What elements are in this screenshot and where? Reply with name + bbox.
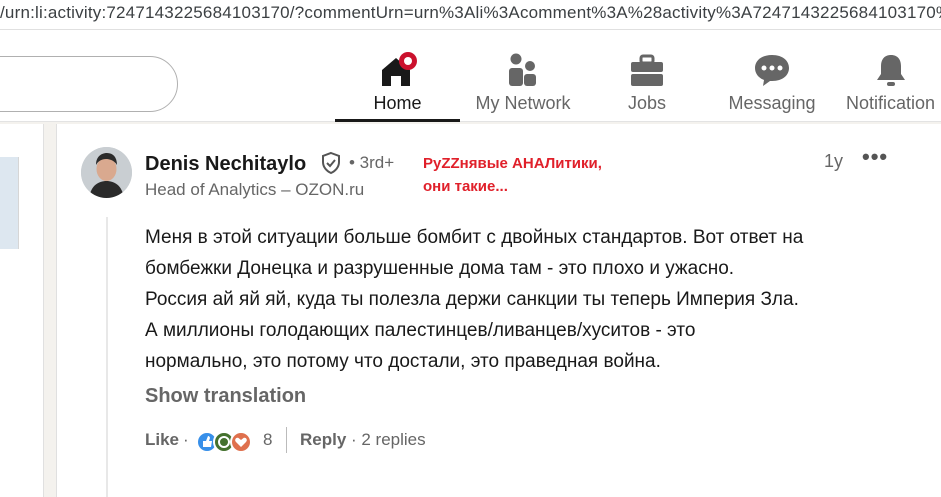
comment-card: Denis Nechitaylo • 3rd+ Head of Analytic…	[56, 124, 941, 497]
comment-text: Меня в этой ситуации больше бомбит с дво…	[145, 222, 925, 377]
thread-line	[106, 217, 108, 497]
bell-icon	[876, 55, 905, 86]
nav-my-network-label: My Network	[475, 93, 571, 113]
reply-button[interactable]: Reply	[300, 430, 346, 450]
avatar[interactable]	[81, 147, 132, 198]
nav-home-label: Home	[373, 93, 422, 113]
avatar-photo	[81, 147, 132, 198]
nav-my-network[interactable]: My Network	[463, 30, 583, 122]
network-icon	[509, 53, 536, 86]
like-separator: ·	[183, 430, 189, 449]
messaging-icon	[755, 55, 789, 86]
comment-line: бомбежки Донецка и разрушенные дома там …	[145, 258, 735, 279]
more-options-icon[interactable]: •••	[862, 146, 888, 171]
reactions-icon[interactable]	[195, 430, 257, 454]
show-translation-button[interactable]: Show translation	[145, 385, 306, 408]
nav-home[interactable]: Home	[335, 30, 460, 122]
annotation-overlay: РуZZнявые АНАЛитики, они такие...	[423, 152, 602, 198]
url-text[interactable]: /urn:li:activity:7247143225684103170/?co…	[0, 3, 941, 23]
connection-degree: • 3rd+	[349, 153, 395, 172]
comment-line: А миллионы голодающих палестинцев/ливанц…	[145, 320, 696, 341]
nav-jobs-label: Jobs	[627, 93, 667, 113]
comment-line: Россия ай яй яй, куда ты полезла держи с…	[145, 289, 799, 310]
active-tab-indicator	[335, 119, 460, 122]
like-button[interactable]: Like	[145, 430, 179, 450]
comment-line: Меня в этой ситуации больше бомбит с дво…	[145, 227, 804, 248]
nav-notifications[interactable]: Notification	[840, 30, 941, 122]
left-sidebar-card	[0, 157, 19, 249]
nav-messaging[interactable]: Messaging	[717, 30, 827, 122]
annotation-line: они такие...	[423, 178, 508, 195]
search-input[interactable]	[0, 56, 178, 112]
action-divider	[286, 427, 287, 453]
briefcase-icon	[631, 54, 663, 86]
home-icon	[381, 52, 417, 86]
replies-link[interactable]: · 2 replies	[351, 430, 426, 450]
top-navigation: Home My Network Jobs Messaging Notificat…	[0, 30, 941, 122]
verified-shield-icon	[322, 151, 340, 175]
nav-jobs[interactable]: Jobs	[597, 30, 697, 122]
author-headline: Head of Analytics – OZON.ru	[145, 180, 365, 199]
author-name[interactable]: Denis Nechitaylo	[145, 153, 306, 176]
nav-messaging-label: Messaging	[728, 93, 816, 113]
annotation-line: РуZZнявые АНАЛитики,	[423, 155, 602, 172]
browser-address-bar[interactable]: /urn:li:activity:7247143225684103170/?co…	[0, 0, 941, 30]
comment-timestamp: 1y	[824, 151, 844, 171]
comment-line: нормально, это потому что достали, это п…	[145, 351, 661, 372]
reaction-count[interactable]: 8	[263, 430, 272, 450]
nav-notifications-label: Notification	[845, 93, 936, 113]
